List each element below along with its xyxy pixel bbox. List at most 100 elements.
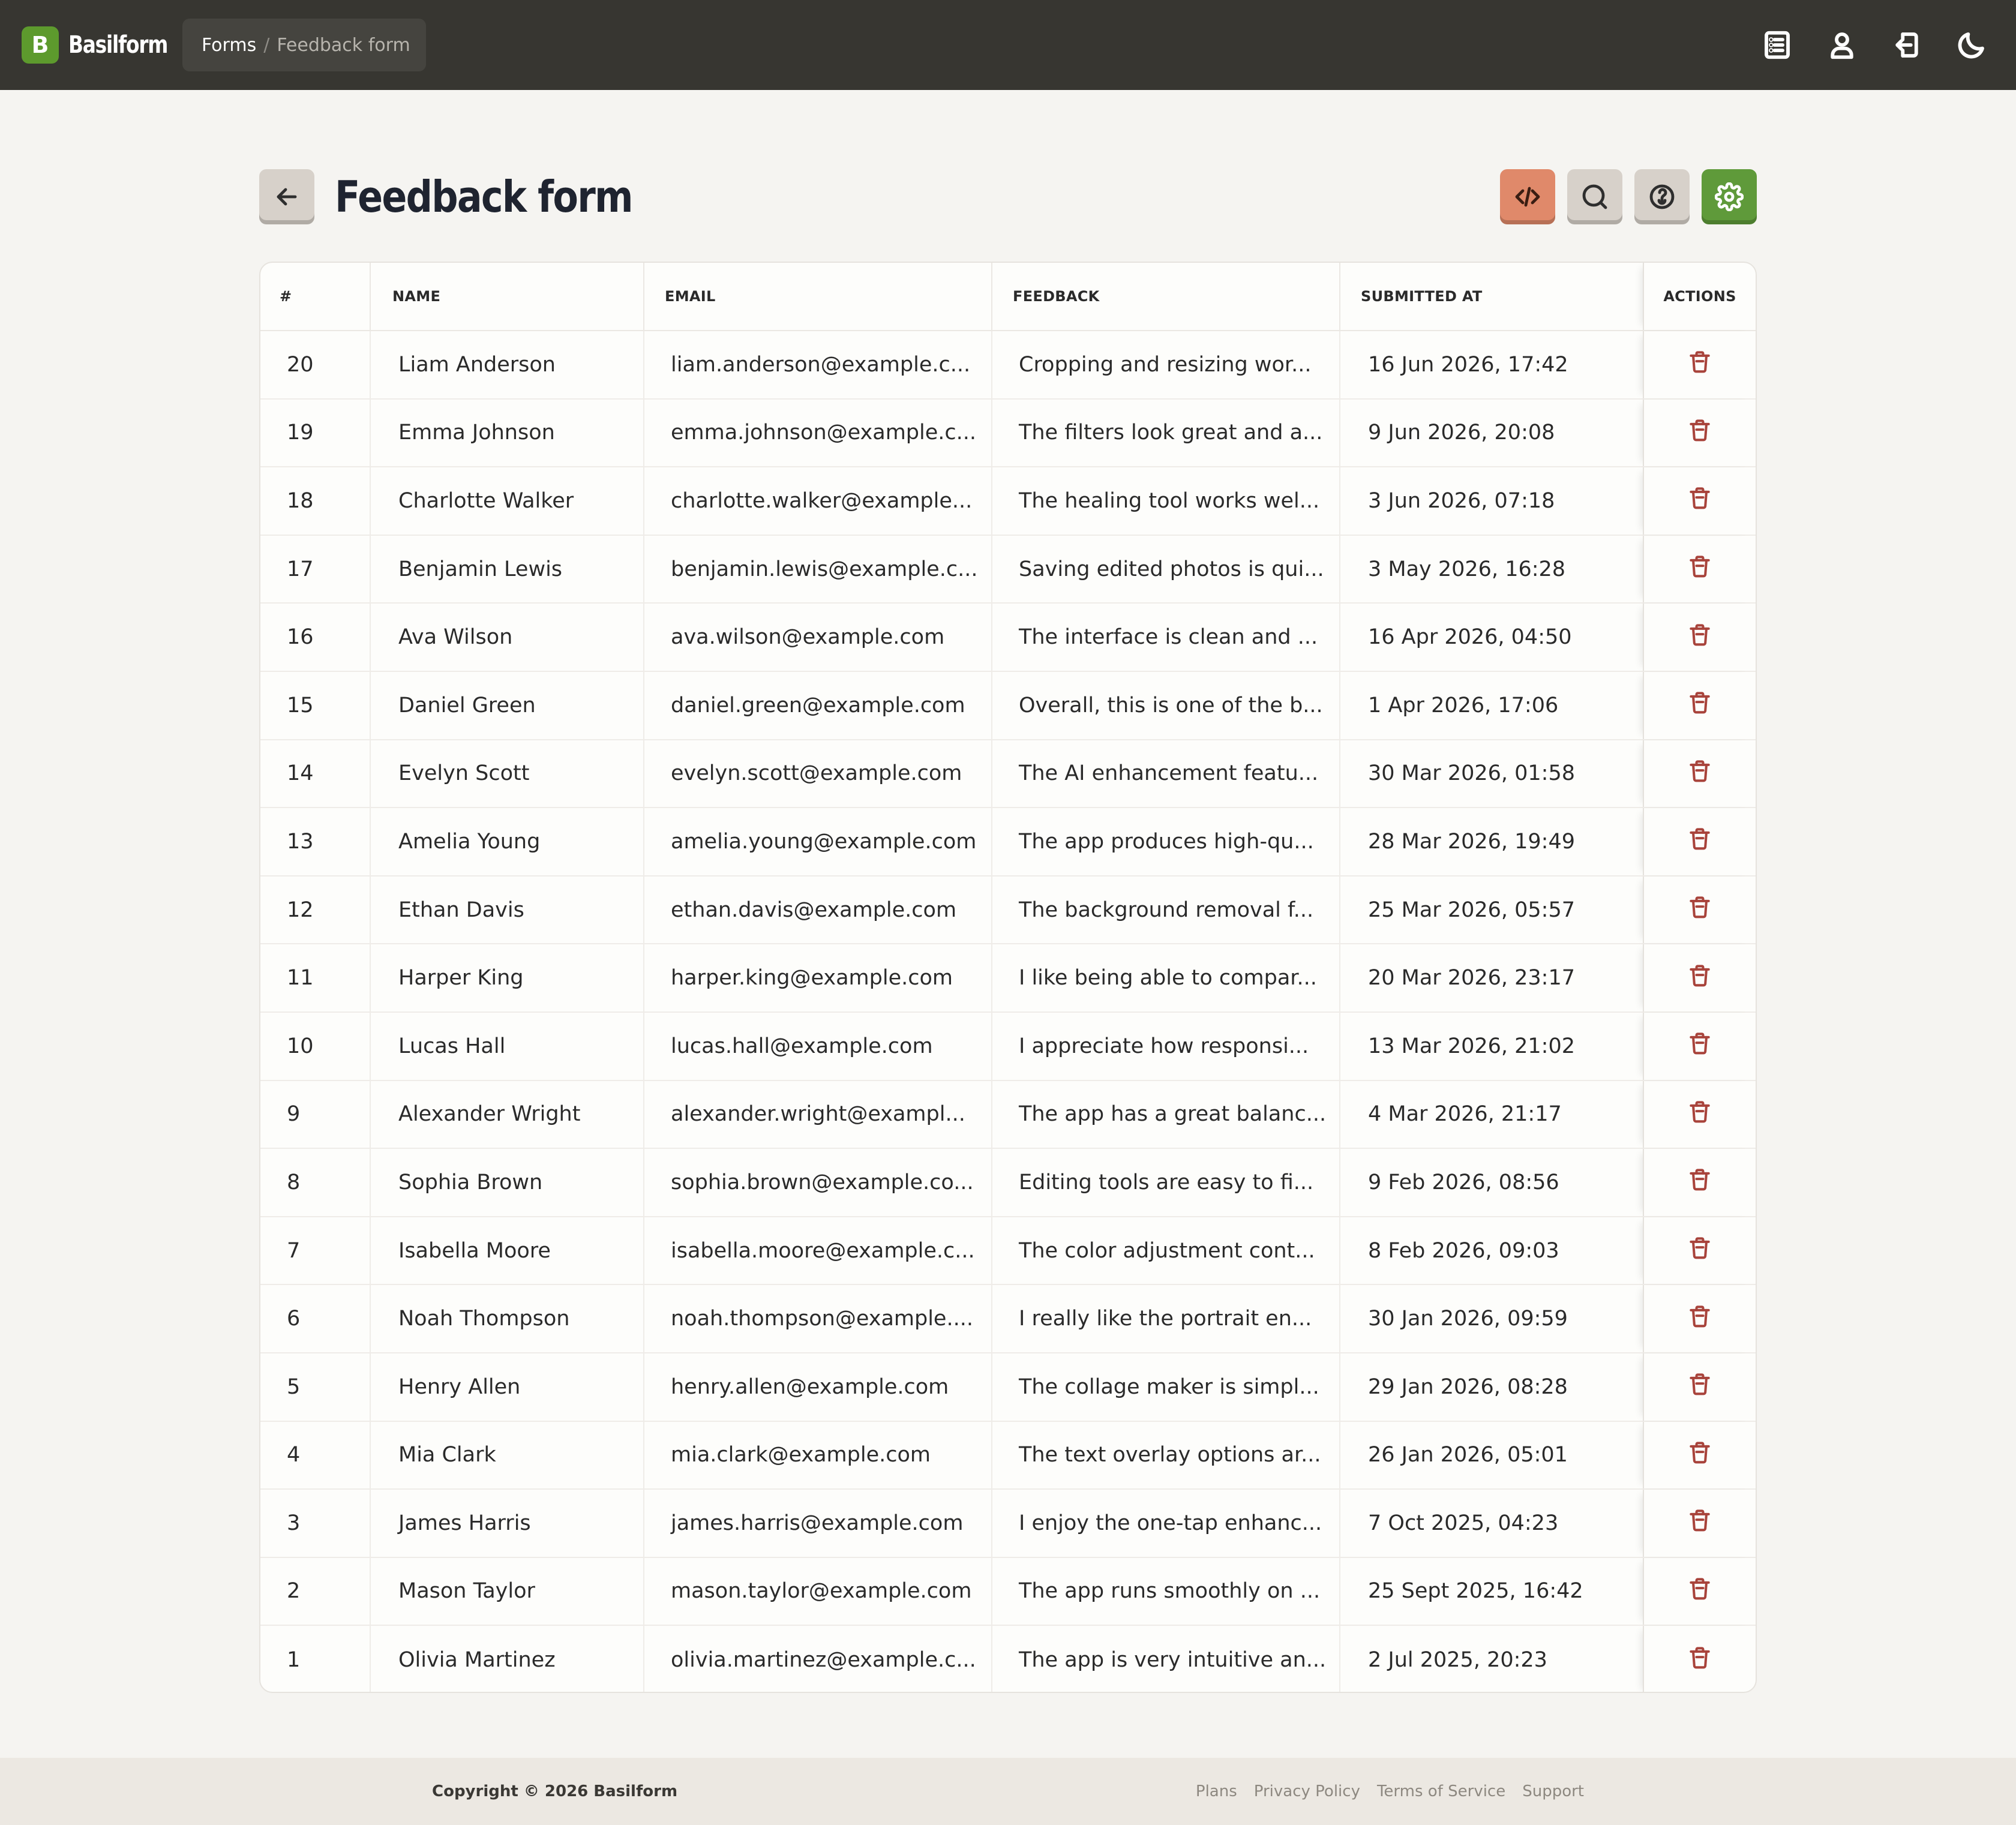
row-name: Mason Taylor <box>371 1557 644 1625</box>
delete-button[interactable] <box>1687 417 1713 449</box>
row-email: isabella.moore@example.c... <box>644 1217 992 1284</box>
row-submitted-at: 3 May 2026, 16:28 <box>1368 557 1566 581</box>
row-email: mia.clark@example.com <box>644 1421 992 1489</box>
row-email: charlotte.walker@example... <box>644 467 992 535</box>
delete-button[interactable] <box>1687 962 1713 994</box>
row-submitted-at: 9 Jun 2026, 20:08 <box>1368 421 1555 445</box>
delete-button[interactable] <box>1687 826 1713 857</box>
row-name: Henry Allen <box>371 1353 644 1421</box>
row-number: 13 <box>260 808 371 875</box>
table-row[interactable]: 11 Harper King harper.king@example.com I li… <box>260 944 1756 1013</box>
table-row[interactable]: 8 Sophia Brown sophia.brown@example.co... E… <box>260 1149 1756 1217</box>
table-row[interactable]: 19 Emma Johnson emma.johnson@example.c... T… <box>260 399 1756 468</box>
breadcrumb: Forms / Feedback form <box>182 19 426 71</box>
table-row[interactable]: 7 Isabella Moore isabella.moore@example.c.… <box>260 1217 1756 1286</box>
settings-button[interactable] <box>1702 169 1757 224</box>
row-number: 4 <box>260 1421 371 1489</box>
webhook-button[interactable] <box>1634 169 1690 224</box>
row-feedback: The app runs smoothly on ... <box>992 1557 1340 1625</box>
footer-links: Plans Privacy Policy Terms of Service Su… <box>1196 1782 1584 1800</box>
row-name: Sophia Brown <box>371 1149 644 1216</box>
row-submitted-at: 16 Jun 2026, 17:42 <box>1368 352 1568 377</box>
row-actions <box>1643 467 1756 535</box>
delete-button[interactable] <box>1687 622 1713 653</box>
user-icon[interactable] <box>1825 28 1859 62</box>
table-row[interactable]: 14 Evelyn Scott evelyn.scott@example.com Th… <box>260 740 1756 809</box>
footer-link-support[interactable]: Support <box>1522 1782 1584 1800</box>
footer-link-plans[interactable]: Plans <box>1196 1782 1237 1800</box>
table-row[interactable]: 12 Ethan Davis ethan.davis@example.com The … <box>260 876 1756 945</box>
row-email: mason.taylor@example.com <box>644 1557 992 1625</box>
delete-button[interactable] <box>1687 485 1713 517</box>
row-actions <box>1643 740 1756 808</box>
footer-link-privacy-policy[interactable]: Privacy Policy <box>1254 1782 1360 1800</box>
table-row[interactable]: 18 Charlotte Walker charlotte.walker@examp… <box>260 467 1756 536</box>
table-row[interactable]: 6 Noah Thompson noah.thompson@example.... I… <box>260 1285 1756 1353</box>
table-row[interactable]: 20 Liam Anderson liam.anderson@example.c..… <box>260 331 1756 400</box>
row-name: Daniel Green <box>371 671 644 739</box>
row-email: noah.thompson@example.... <box>644 1285 992 1352</box>
row-actions <box>1643 1285 1756 1352</box>
breadcrumb-forms-link[interactable]: Forms <box>202 35 256 56</box>
row-number: 9 <box>260 1080 371 1148</box>
delete-button[interactable] <box>1687 1030 1713 1062</box>
delete-button[interactable] <box>1687 758 1713 790</box>
delete-button[interactable] <box>1687 1439 1713 1471</box>
row-name: Evelyn Scott <box>371 740 644 808</box>
table-row[interactable]: 13 Amelia Young amelia.young@example.com Th… <box>260 808 1756 877</box>
row-actions <box>1643 1421 1756 1489</box>
row-submitted-at: 1 Apr 2026, 17:06 <box>1368 693 1559 718</box>
search-button[interactable] <box>1567 169 1622 224</box>
delete-button[interactable] <box>1687 1507 1713 1539</box>
logo-mark[interactable]: B <box>22 26 59 64</box>
table-row[interactable]: 1 Olivia Martinez olivia.martinez@example.… <box>260 1626 1756 1692</box>
row-feedback: The color adjustment cont... <box>992 1217 1340 1284</box>
app-name[interactable]: Basilform <box>68 31 168 59</box>
table-row[interactable]: 9 Alexander Wright alexander.wright@exampl… <box>260 1080 1756 1149</box>
delete-button[interactable] <box>1687 1166 1713 1198</box>
table-row[interactable]: 17 Benjamin Lewis benjamin.lewis@example.c… <box>260 535 1756 604</box>
footer-link-terms-of-service[interactable]: Terms of Service <box>1377 1782 1505 1800</box>
row-actions <box>1643 1557 1756 1625</box>
back-button[interactable] <box>259 169 314 224</box>
row-email: ava.wilson@example.com <box>644 604 992 671</box>
delete-button[interactable] <box>1687 1371 1713 1403</box>
row-submitted-at: 7 Oct 2025, 04:23 <box>1368 1511 1559 1535</box>
row-number: 10 <box>260 1012 371 1080</box>
table-row[interactable]: 2 Mason Taylor mason.taylor@example.com The… <box>260 1557 1756 1626</box>
row-name: James Harris <box>371 1490 644 1557</box>
table-row[interactable]: 5 Henry Allen henry.allen@example.com The c… <box>260 1353 1756 1422</box>
table-row[interactable]: 4 Mia Clark mia.clark@example.com The text … <box>260 1421 1756 1490</box>
delete-button[interactable] <box>1687 1098 1713 1130</box>
delete-button[interactable] <box>1687 1575 1713 1607</box>
row-email: amelia.young@example.com <box>644 808 992 875</box>
embed-code-button[interactable] <box>1500 169 1555 224</box>
list-icon[interactable] <box>1760 28 1794 62</box>
row-actions <box>1643 1626 1756 1692</box>
table-row[interactable]: 10 Lucas Hall lucas.hall@example.com I appr… <box>260 1012 1756 1081</box>
row-number: 6 <box>260 1285 371 1352</box>
delete-button[interactable] <box>1687 1644 1713 1676</box>
table-row[interactable]: 15 Daniel Green daniel.green@example.com Ov… <box>260 671 1756 740</box>
row-actions <box>1643 1217 1756 1284</box>
row-number: 2 <box>260 1557 371 1625</box>
row-submitted-at: 4 Mar 2026, 21:17 <box>1368 1102 1562 1127</box>
row-number: 1 <box>260 1626 371 1692</box>
row-actions <box>1643 808 1756 875</box>
delete-button[interactable] <box>1687 1235 1713 1266</box>
logout-icon[interactable] <box>1890 28 1924 62</box>
table-row[interactable]: 3 James Harris james.harris@example.com I e… <box>260 1490 1756 1558</box>
submissions-table: # NAME EMAIL FEEDBACK SUBMITTED AT ACTIO… <box>259 262 1757 1693</box>
row-email: evelyn.scott@example.com <box>644 740 992 808</box>
delete-button[interactable] <box>1687 894 1713 926</box>
delete-button[interactable] <box>1687 349 1713 380</box>
moon-icon[interactable] <box>1955 28 1988 62</box>
row-name: Alexander Wright <box>371 1080 644 1148</box>
delete-button[interactable] <box>1687 553 1713 585</box>
column-header-email: EMAIL <box>644 263 992 330</box>
delete-button[interactable] <box>1687 1303 1713 1335</box>
delete-button[interactable] <box>1687 689 1713 721</box>
row-submitted-at: 9 Feb 2026, 08:56 <box>1368 1170 1559 1194</box>
table-header-row: # NAME EMAIL FEEDBACK SUBMITTED AT ACTIO… <box>260 263 1756 331</box>
table-row[interactable]: 16 Ava Wilson ava.wilson@example.com The in… <box>260 604 1756 672</box>
